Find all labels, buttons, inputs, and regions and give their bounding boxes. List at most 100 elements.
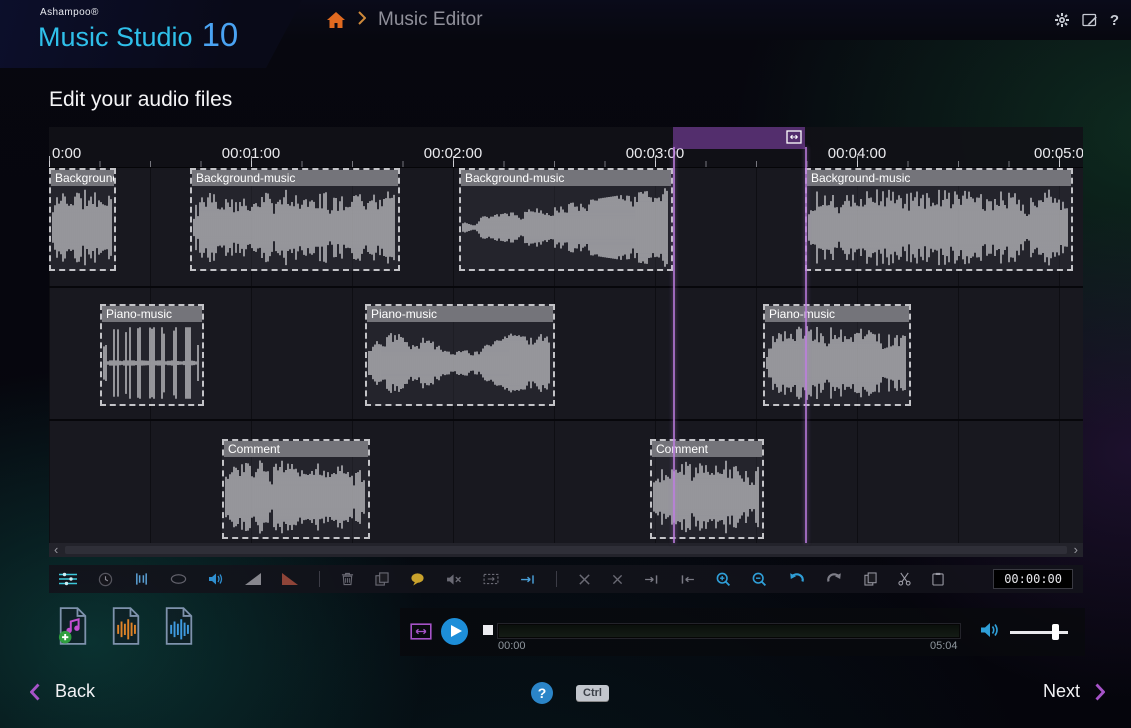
- mute-icon[interactable]: [446, 573, 462, 586]
- redo-icon[interactable]: [826, 572, 843, 587]
- audio-clip[interactable]: Background-music: [459, 168, 673, 271]
- feedback-icon[interactable]: [1082, 12, 1098, 28]
- snap-left-icon[interactable]: [680, 574, 695, 585]
- loop-icon[interactable]: [786, 130, 802, 144]
- ruler-ticks-major: [49, 156, 1083, 167]
- remove-x-icon[interactable]: [612, 574, 623, 585]
- ctrl-key-badge: Ctrl: [576, 685, 609, 701]
- help-button[interactable]: ?: [531, 682, 553, 704]
- settings-gear-icon[interactable]: [1054, 12, 1070, 28]
- undo-icon[interactable]: [788, 572, 805, 587]
- insert-marker-icon[interactable]: [520, 574, 535, 585]
- zoom-out-icon[interactable]: [752, 572, 767, 587]
- scrollbar-thumb[interactable]: [65, 546, 1067, 554]
- clip-label: Background-music: [51, 170, 114, 186]
- next-label: Next: [1043, 681, 1080, 702]
- clip-waveform: [652, 457, 762, 537]
- time-display: 00:00:00: [993, 569, 1073, 589]
- back-button[interactable]: Back: [30, 681, 95, 702]
- snap-right-icon[interactable]: [644, 574, 659, 585]
- copy-icon[interactable]: [864, 572, 877, 586]
- help-icon[interactable]: ?: [1110, 12, 1119, 29]
- tracks-area[interactable]: Background-music Background-music Backgrou…: [49, 168, 1083, 543]
- horizontal-scrollbar[interactable]: ‹ ›: [49, 543, 1083, 557]
- clip-label: Piano-music: [102, 306, 202, 322]
- audio-clip[interactable]: Piano-music: [100, 304, 204, 406]
- clip-waveform: [224, 457, 368, 537]
- track-separator: [49, 286, 1083, 288]
- home-icon[interactable]: [326, 11, 346, 29]
- ellipse-tool-icon[interactable]: [170, 573, 187, 585]
- audio-clip[interactable]: Comment: [222, 439, 370, 539]
- audio-clip[interactable]: Background-music: [805, 168, 1073, 271]
- scroll-right-arrow[interactable]: ›: [1074, 543, 1078, 556]
- audio-clip[interactable]: Background-music: [190, 168, 400, 271]
- clock-icon[interactable]: [98, 572, 113, 587]
- timeline: 0:0000:01:0000:02:0000:03:0000:04:0000:0…: [49, 127, 1083, 557]
- toolbar-separator: [556, 571, 557, 587]
- clip-label: Piano-music: [765, 306, 909, 322]
- app-logo: Ashampoo® Music Studio 10: [0, 0, 302, 68]
- stop-button[interactable]: [483, 625, 493, 635]
- page-title: Edit your audio files: [49, 88, 232, 112]
- voice-file-icon[interactable]: [109, 607, 143, 645]
- fade-in-icon[interactable]: [245, 573, 261, 585]
- audio-clip[interactable]: Background-music: [49, 168, 116, 271]
- clip-waveform: [192, 186, 398, 269]
- timeline-ruler[interactable]: 0:0000:01:0000:02:0000:03:0000:04:0000:0…: [49, 127, 1083, 168]
- chevron-left-icon: [30, 683, 40, 701]
- clip-label: Comment: [652, 441, 762, 457]
- scroll-left-arrow[interactable]: ‹: [54, 543, 58, 556]
- cut-icon[interactable]: [898, 572, 911, 586]
- clip-waveform: [765, 322, 909, 404]
- track-separator: [49, 419, 1083, 421]
- toolbar-tools: [59, 571, 944, 587]
- progress-bar[interactable]: [498, 624, 960, 638]
- zoom-in-icon[interactable]: [716, 572, 731, 587]
- paste-icon[interactable]: [932, 572, 944, 586]
- chevron-right-icon: [358, 11, 366, 30]
- clip-label: Piano-music: [367, 306, 553, 322]
- toolbar-separator: [319, 571, 320, 587]
- player-loop-icon[interactable]: [410, 623, 432, 640]
- volume-speaker-icon[interactable]: [980, 622, 1000, 638]
- loop-region[interactable]: [673, 127, 805, 149]
- split-tool-icon[interactable]: [134, 572, 149, 586]
- delete-icon[interactable]: [341, 572, 354, 586]
- volume-track: [1010, 631, 1068, 634]
- volume-tool-icon[interactable]: [208, 572, 224, 586]
- breadcrumb-title: Music Editor: [378, 9, 483, 31]
- volume-slider[interactable]: [1010, 622, 1068, 642]
- brand-name: Music Studio: [38, 22, 193, 53]
- clip-label: Background-music: [192, 170, 398, 186]
- duration-time: 05:04: [930, 640, 958, 652]
- clip-label: Comment: [224, 441, 368, 457]
- brand-row: Music Studio 10: [38, 16, 238, 54]
- player-bar: 00:00 05:04: [400, 608, 1085, 656]
- elapsed-time: 00:00: [498, 640, 526, 652]
- chevron-right-icon: [1095, 683, 1105, 701]
- clip-waveform: [102, 322, 202, 404]
- loop-end-line[interactable]: [805, 147, 807, 543]
- track-settings-icon[interactable]: [59, 572, 77, 586]
- add-music-file-icon[interactable]: [56, 607, 90, 645]
- next-button[interactable]: Next: [1043, 681, 1105, 702]
- loop-start-line[interactable]: [673, 147, 675, 543]
- cut-x-icon[interactable]: [578, 573, 591, 586]
- audio-clip[interactable]: Comment: [650, 439, 764, 539]
- duplicate-icon[interactable]: [375, 572, 389, 586]
- fade-out-icon[interactable]: [282, 573, 298, 585]
- volume-handle[interactable]: [1052, 624, 1059, 640]
- ruler-label: 00:02:00: [424, 145, 482, 162]
- loop-selection-icon[interactable]: [483, 573, 499, 585]
- audio-file-icon[interactable]: [162, 607, 196, 645]
- comment-icon[interactable]: [410, 572, 425, 586]
- clip-waveform: [807, 186, 1071, 269]
- audio-clip[interactable]: Piano-music: [763, 304, 911, 406]
- file-buttons: [56, 607, 196, 645]
- ruler-label: 00:04:00: [828, 145, 886, 162]
- clip-waveform: [461, 186, 671, 269]
- header-icons: ?: [1054, 0, 1119, 40]
- audio-clip[interactable]: Piano-music: [365, 304, 555, 406]
- play-button[interactable]: [441, 618, 468, 645]
